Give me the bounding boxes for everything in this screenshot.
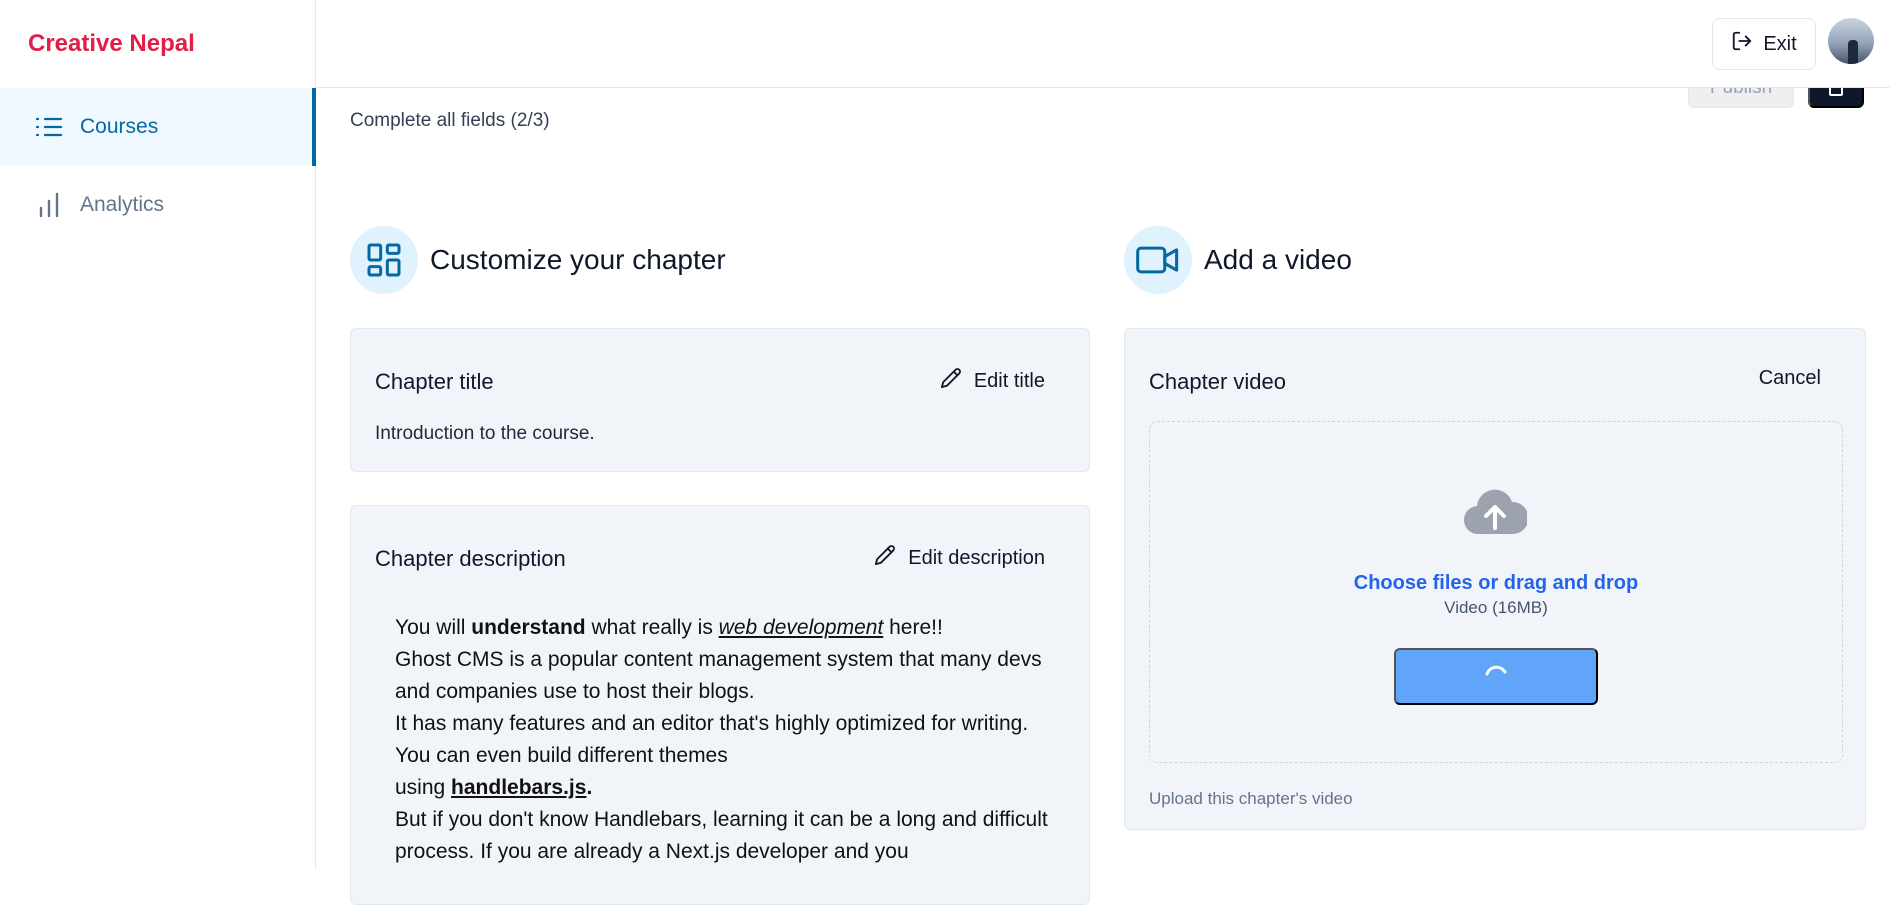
video-section-header: Add a video xyxy=(1124,226,1352,294)
choose-files-link[interactable]: Choose files or drag and drop xyxy=(1150,572,1842,595)
edit-description-button[interactable]: Edit description xyxy=(874,544,1045,572)
text-run: using xyxy=(395,776,452,799)
card-label: Chapter description xyxy=(375,546,566,571)
section-title: Add a video xyxy=(1204,244,1352,275)
description-paragraph: Ghost CMS is a popular content managemen… xyxy=(395,648,1042,703)
text-run: what really is xyxy=(585,616,719,639)
chapter-description-text: You will understand what really is web d… xyxy=(395,612,1055,868)
layout-dashboard-icon xyxy=(350,226,418,294)
exit-label: Exit xyxy=(1763,32,1797,55)
italic-underline-text: web development xyxy=(718,616,884,639)
description-paragraph: But if you don't know Handlebars, learni… xyxy=(395,808,1048,863)
handlebars-link[interactable]: handlebars.js xyxy=(451,776,586,799)
avatar[interactable] xyxy=(1828,18,1874,64)
chapter-description-card: Chapter description Edit description You… xyxy=(350,505,1090,905)
chapter-title-value: Introduction to the course. xyxy=(375,423,595,444)
log-out-icon xyxy=(1731,30,1753,58)
description-paragraph: It has many features and an editor that'… xyxy=(395,712,1029,767)
description-paragraph: You will understand what really is web d… xyxy=(395,612,1055,644)
bold-text: understand xyxy=(471,616,586,639)
card-label: Chapter title xyxy=(375,369,494,394)
description-paragraph: using handlebars.js. xyxy=(395,772,1055,804)
sidebar: Creative Nepal Courses Analytics xyxy=(0,0,316,869)
main-content: Complete all fields (2/3) Publish Custom… xyxy=(316,68,1890,905)
top-header: Exit xyxy=(316,0,1890,88)
exit-button[interactable]: Exit xyxy=(1712,18,1816,70)
card-label: Chapter video xyxy=(1149,369,1286,394)
sidebar-item-label: Analytics xyxy=(80,193,165,216)
chapter-title-card: Chapter title Edit title Introduction to… xyxy=(350,328,1090,472)
text-run: here!! xyxy=(883,616,943,639)
completion-text: Complete all fields (2/3) xyxy=(350,110,550,131)
sidebar-item-label: Courses xyxy=(80,115,159,138)
cancel-button[interactable]: Cancel xyxy=(1759,367,1821,390)
section-title: Customize your chapter xyxy=(430,244,726,275)
pencil-icon xyxy=(940,367,962,395)
brand-logo[interactable]: Creative Nepal xyxy=(28,30,195,58)
pencil-icon xyxy=(874,544,896,572)
customize-section-header: Customize your chapter xyxy=(350,226,726,294)
bar-chart-icon xyxy=(34,190,64,220)
text-run: You will xyxy=(395,616,472,639)
spinner-icon xyxy=(1481,660,1511,693)
edit-description-label: Edit description xyxy=(908,546,1045,569)
video-dropzone[interactable]: Choose files or drag and drop Video (16M… xyxy=(1149,421,1843,763)
file-size-hint: Video (16MB) xyxy=(1444,598,1548,617)
upload-button[interactable] xyxy=(1394,648,1598,705)
video-helper-text: Upload this chapter's video xyxy=(1149,789,1353,808)
video-icon xyxy=(1124,226,1192,294)
sidebar-item-analytics[interactable]: Analytics xyxy=(0,166,316,244)
edit-title-label: Edit title xyxy=(973,369,1045,392)
text-run: . xyxy=(586,776,593,799)
cloud-upload-icon xyxy=(1463,488,1529,543)
sidebar-item-courses[interactable]: Courses xyxy=(0,88,316,166)
list-icon xyxy=(34,112,64,142)
chapter-video-card: Chapter video Cancel Choose files or dra… xyxy=(1124,328,1866,830)
edit-title-button[interactable]: Edit title xyxy=(940,367,1045,395)
